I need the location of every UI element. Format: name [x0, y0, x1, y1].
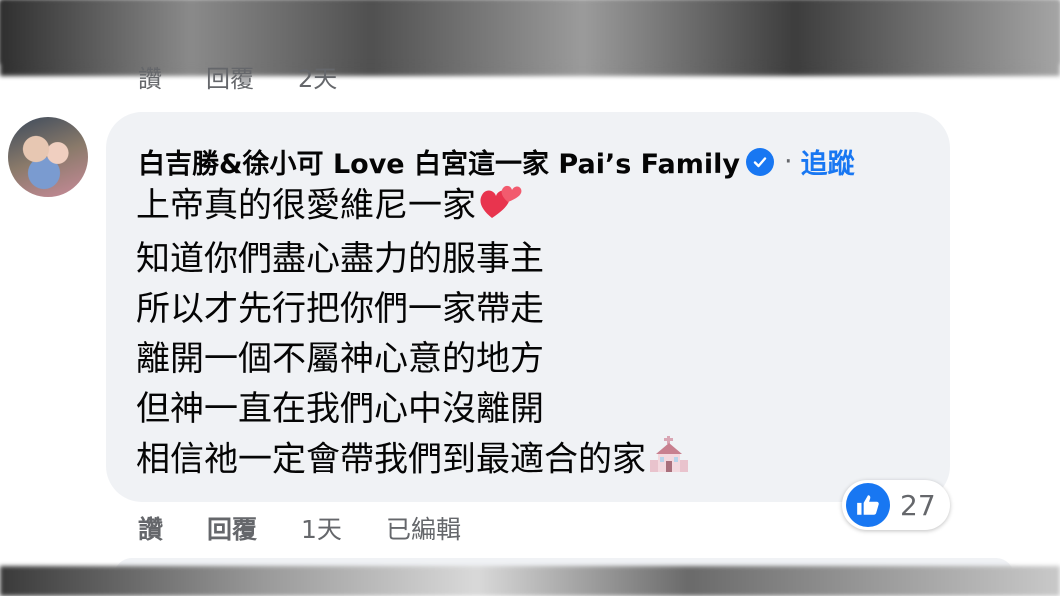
previous-comment-actions: 讚 回覆 2天: [138, 64, 381, 94]
reply-link[interactable]: 回覆: [207, 510, 257, 546]
wedding-chapel-icon: [648, 434, 690, 488]
comment-line: 但神一直在我們心中沒離開: [136, 389, 544, 429]
author-name[interactable]: 白吉勝&徐小可 Love 白宮這一家 Pai’s Family: [138, 142, 740, 181]
timestamp[interactable]: 1天: [301, 510, 342, 546]
comment-line: 所以才先行把你們一家帶走: [136, 289, 544, 329]
previous-reply-link[interactable]: 回覆: [206, 64, 254, 94]
previous-like-link[interactable]: 讚: [138, 64, 162, 94]
comment-line: 知道你們盡心盡力的服事主: [136, 239, 544, 279]
follow-button[interactable]: 追蹤: [801, 142, 855, 181]
comment-line: 離開一個不屬神心意的地方: [136, 339, 544, 379]
like-link[interactable]: 讚: [138, 510, 163, 546]
comment-header: 白吉勝&徐小可 Love 白宮這一家 Pai’s Family · 追蹤: [138, 142, 855, 181]
blurred-background-bottom: [0, 566, 1060, 596]
edited-label: 已編輯: [385, 515, 461, 544]
previous-timestamp[interactable]: 2天: [298, 64, 337, 94]
comment-bubble: 白吉勝&徐小可 Love 白宮這一家 Pai’s Family · 追蹤 上帝真…: [106, 112, 950, 502]
reaction-summary[interactable]: 27: [842, 480, 950, 530]
separator-dot: ·: [784, 146, 793, 177]
like-icon: [846, 483, 890, 527]
avatar[interactable]: [8, 117, 88, 197]
reaction-count: 27: [900, 488, 936, 522]
comment-line: 相信祂一定會帶我們到最適合的家: [136, 434, 916, 488]
comment-line: 上帝真的很愛維尼一家: [136, 180, 916, 234]
comment-actions: 讚 回覆 1天 已編輯: [138, 510, 505, 546]
comment-body: 上帝真的很愛維尼一家 知道你們盡心盡力的服事主 所以才先行把你們一家帶走 離開一…: [136, 180, 916, 488]
two-hearts-icon: [478, 180, 524, 234]
blurred-background-overlay: [0, 0, 1060, 64]
verified-badge-icon: [746, 147, 775, 176]
